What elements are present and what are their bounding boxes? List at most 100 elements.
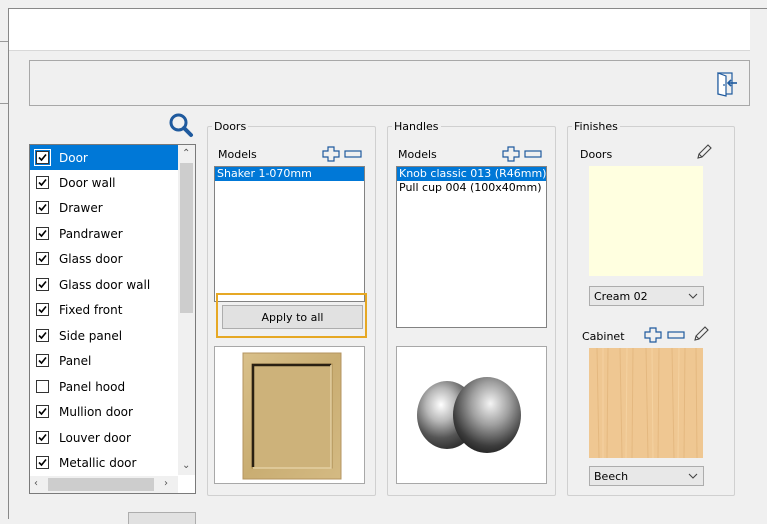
scroll-left-arrow-icon[interactable]: ‹ bbox=[34, 477, 38, 491]
door-finish-value: Cream 02 bbox=[594, 289, 648, 303]
beech-texture-image bbox=[589, 347, 703, 459]
apply-to-all-button[interactable]: Apply to all bbox=[222, 305, 363, 329]
exit-door-icon[interactable] bbox=[713, 71, 739, 97]
checkmark-icon bbox=[38, 331, 47, 340]
element-type-list[interactable]: Door Door wall Drawer Pandrawer Glass do… bbox=[29, 144, 196, 494]
checkmark-icon bbox=[38, 178, 47, 187]
checkbox[interactable] bbox=[36, 201, 49, 214]
chevron-down-icon bbox=[688, 473, 698, 479]
list-item[interactable]: Glass door bbox=[30, 246, 178, 271]
list-item-label: Glass door wall bbox=[59, 277, 151, 292]
list-item[interactable]: Door bbox=[30, 145, 178, 170]
doors-group-title: Doors bbox=[212, 120, 249, 133]
list-item[interactable]: Door wall bbox=[30, 170, 178, 195]
cabinet-finish-value: Beech bbox=[594, 469, 629, 483]
checkbox[interactable] bbox=[34, 149, 51, 166]
toolbar bbox=[29, 60, 750, 106]
handle-preview-image bbox=[417, 377, 521, 453]
remove-handle-model-minus-icon[interactable] bbox=[524, 150, 542, 158]
checkbox[interactable] bbox=[36, 380, 49, 393]
list-item[interactable]: Fixed front bbox=[30, 297, 178, 322]
left-edge-line-top bbox=[0, 41, 8, 42]
list-item[interactable]: Drawer bbox=[30, 195, 178, 220]
checkmark-icon bbox=[38, 229, 47, 238]
handle-preview bbox=[396, 346, 547, 484]
list-item-label: Door bbox=[59, 150, 88, 165]
finishes-group-title: Finishes bbox=[572, 120, 620, 133]
checkbox[interactable] bbox=[36, 227, 49, 240]
checkbox[interactable] bbox=[36, 278, 49, 291]
checkbox[interactable] bbox=[36, 329, 49, 342]
vertical-scrollbar[interactable]: ⌃ ⌄ bbox=[178, 145, 195, 475]
search-icon[interactable] bbox=[168, 112, 194, 138]
checkbox[interactable] bbox=[36, 354, 49, 367]
handles-models-list[interactable]: Knob classic 013 (R46mm) Pull cup 004 (1… bbox=[396, 166, 547, 328]
list-item[interactable]: Shaker 1-070mm bbox=[215, 167, 364, 181]
finishes-cabinet-label: Cabinet bbox=[582, 330, 625, 343]
handles-models-label: Models bbox=[398, 148, 437, 161]
scroll-down-arrow-icon[interactable]: ⌄ bbox=[182, 459, 190, 473]
edit-door-finish-pencil-icon[interactable] bbox=[695, 143, 713, 161]
door-preview-image bbox=[242, 352, 342, 480]
checkmark-icon bbox=[38, 254, 47, 263]
checkmark-icon bbox=[38, 407, 47, 416]
bottom-button-partial[interactable] bbox=[128, 512, 196, 524]
doors-models-list[interactable]: Shaker 1-070mm bbox=[214, 166, 365, 302]
list-item[interactable]: Glass door wall bbox=[30, 272, 178, 297]
cabinet-finish-swatch[interactable] bbox=[589, 347, 703, 459]
list-item-label: Glass door bbox=[59, 251, 123, 266]
edit-cabinet-finish-pencil-icon[interactable] bbox=[692, 325, 710, 343]
checkmark-icon bbox=[38, 153, 47, 162]
checkbox[interactable] bbox=[36, 252, 49, 265]
door-finish-select[interactable]: Cream 02 bbox=[589, 286, 704, 306]
list-item-label: Metallic door bbox=[59, 455, 137, 470]
handles-group-title: Handles bbox=[392, 120, 441, 133]
checkmark-icon bbox=[38, 280, 47, 289]
checkmark-icon bbox=[38, 433, 47, 442]
cabinet-finish-select[interactable]: Beech bbox=[589, 466, 704, 486]
doors-models-label: Models bbox=[218, 148, 257, 161]
list-item[interactable]: Panel hood bbox=[30, 374, 178, 399]
chevron-down-icon bbox=[688, 293, 698, 299]
title-bar bbox=[9, 9, 750, 51]
horizontal-scroll-thumb[interactable] bbox=[48, 478, 154, 491]
checkmark-icon bbox=[38, 356, 47, 365]
list-item-label: Panel bbox=[59, 353, 92, 368]
list-item[interactable]: Pandrawer bbox=[30, 221, 178, 246]
scroll-right-arrow-icon[interactable]: › bbox=[164, 477, 168, 491]
list-item-label: Drawer bbox=[59, 200, 103, 215]
add-door-model-plus-icon[interactable] bbox=[322, 146, 340, 162]
list-item-label: Side panel bbox=[59, 328, 123, 343]
checkbox[interactable] bbox=[36, 456, 49, 469]
remove-door-model-minus-icon[interactable] bbox=[344, 150, 362, 158]
list-item-label: Panel hood bbox=[59, 379, 126, 394]
list-item-label: Pandrawer bbox=[59, 226, 123, 241]
list-item-label: Fixed front bbox=[59, 302, 123, 317]
horizontal-scrollbar[interactable]: ‹ › bbox=[30, 476, 178, 493]
list-item-label: Louver door bbox=[59, 430, 131, 445]
door-finish-swatch[interactable] bbox=[589, 166, 703, 276]
checkbox[interactable] bbox=[36, 405, 49, 418]
checkmark-icon bbox=[38, 305, 47, 314]
list-item[interactable]: Knob classic 013 (R46mm) bbox=[397, 167, 546, 181]
remove-cabinet-finish-minus-icon[interactable] bbox=[667, 331, 685, 339]
list-item[interactable]: Louver door bbox=[30, 425, 178, 450]
apply-highlight: Apply to all bbox=[216, 293, 367, 338]
list-item[interactable]: Panel bbox=[30, 348, 178, 373]
list-item[interactable]: Metallic door bbox=[30, 450, 178, 475]
left-edge-line-middle bbox=[0, 103, 8, 104]
door-preview bbox=[214, 346, 365, 484]
finishes-doors-label: Doors bbox=[580, 148, 613, 161]
checkbox[interactable] bbox=[36, 303, 49, 316]
checkbox[interactable] bbox=[36, 176, 49, 189]
scroll-up-arrow-icon[interactable]: ⌃ bbox=[182, 147, 190, 161]
list-item[interactable]: Mullion door bbox=[30, 399, 178, 424]
add-cabinet-finish-plus-icon[interactable] bbox=[644, 327, 662, 343]
list-item[interactable]: Side panel bbox=[30, 323, 178, 348]
vertical-scroll-thumb[interactable] bbox=[180, 163, 193, 313]
list-item[interactable]: Pull cup 004 (100x40mm) bbox=[397, 181, 546, 195]
checkmark-icon bbox=[38, 203, 47, 212]
add-handle-model-plus-icon[interactable] bbox=[502, 146, 520, 162]
list-item-label: Door wall bbox=[59, 175, 116, 190]
checkbox[interactable] bbox=[36, 431, 49, 444]
